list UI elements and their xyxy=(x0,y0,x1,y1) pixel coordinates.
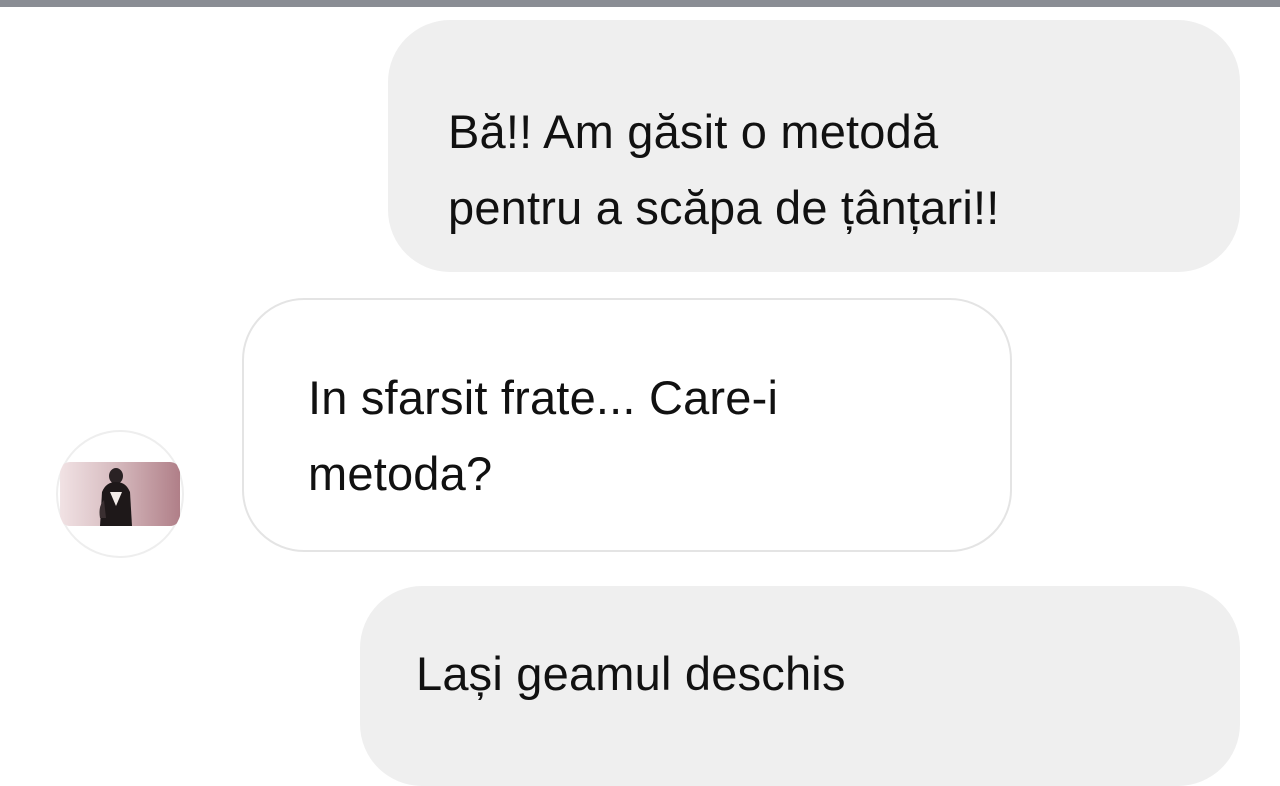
message-bubble-sent[interactable]: Bă!! Am găsit o metodă pentru a scăpa de… xyxy=(388,20,1240,272)
message-bubble-received[interactable]: In sfarsit frate... Care-i metoda? xyxy=(242,298,1012,552)
message-text: Lași geamul deschis xyxy=(416,647,846,700)
person-photo-icon xyxy=(99,468,132,526)
chat-thread[interactable]: Bă!! Am găsit o metodă pentru a scăpa de… xyxy=(0,0,1280,786)
message-text: Bă!! Am găsit o metodă pentru a scăpa de… xyxy=(448,105,1000,234)
contact-avatar[interactable] xyxy=(56,430,184,558)
message-bubble-sent[interactable]: Lași geamul deschis xyxy=(360,586,1240,786)
avatar-photo xyxy=(60,462,180,526)
message-text: In sfarsit frate... Care-i metoda? xyxy=(308,371,779,500)
